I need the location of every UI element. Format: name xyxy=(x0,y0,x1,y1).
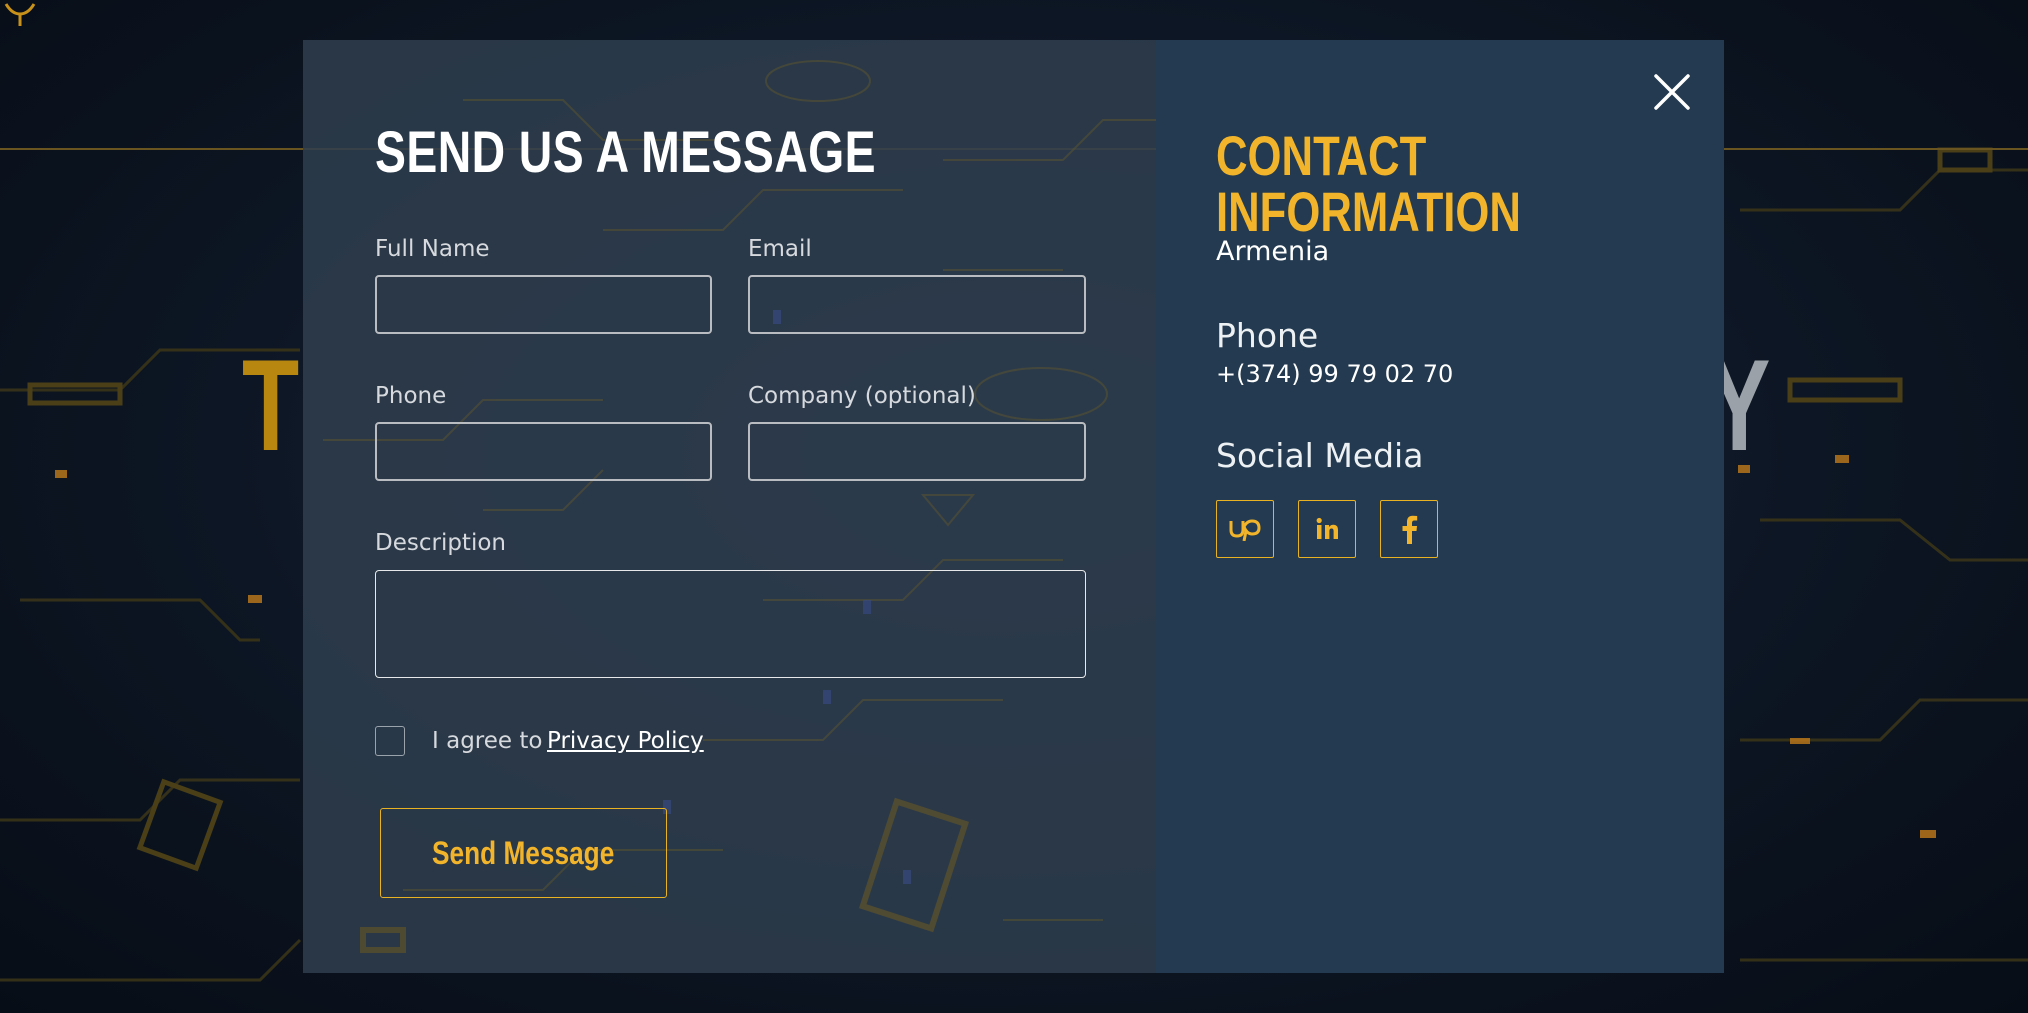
hero-text-left: T xyxy=(242,332,301,478)
upwork-link[interactable] xyxy=(1216,500,1274,558)
phone-heading: Phone xyxy=(1216,316,1319,355)
phone-label: Phone xyxy=(375,383,447,409)
close-icon[interactable] xyxy=(1652,72,1692,112)
company-input[interactable] xyxy=(748,422,1086,481)
company-label: Company (optional) xyxy=(748,383,976,409)
message-form-panel: SEND US A MESSAGE Full Name Email Phone … xyxy=(303,40,1156,973)
contact-info-panel: CONTACT INFORMATION Armenia Phone +(374)… xyxy=(1156,40,1724,973)
linkedin-link[interactable] xyxy=(1298,500,1356,558)
upwork-icon xyxy=(1229,519,1261,541)
privacy-checkbox[interactable] xyxy=(375,726,405,756)
contact-modal: SEND US A MESSAGE Full Name Email Phone … xyxy=(303,40,1724,973)
email-input[interactable] xyxy=(748,275,1086,334)
email-label: Email xyxy=(748,236,812,262)
privacy-policy-link[interactable]: Privacy Policy xyxy=(547,726,704,756)
send-message-button[interactable]: Send Message xyxy=(380,808,667,898)
agree-text: I agree to xyxy=(432,728,543,754)
full-name-input[interactable] xyxy=(375,275,712,334)
full-name-label: Full Name xyxy=(375,236,490,262)
location-text: Armenia xyxy=(1216,236,1330,267)
description-label: Description xyxy=(375,530,506,556)
form-title: SEND US A MESSAGE xyxy=(375,120,876,185)
logo-icon xyxy=(4,3,36,26)
phone-number[interactable]: +(374) 99 79 02 70 xyxy=(1216,360,1453,388)
linkedin-icon xyxy=(1316,517,1338,539)
send-message-label: Send Message xyxy=(432,834,615,871)
contact-info-title: CONTACT INFORMATION xyxy=(1216,124,1521,243)
phone-input[interactable] xyxy=(375,422,712,481)
social-media-heading: Social Media xyxy=(1216,436,1424,475)
facebook-icon xyxy=(1402,515,1418,544)
description-textarea[interactable] xyxy=(375,570,1086,678)
facebook-link[interactable] xyxy=(1380,500,1438,558)
